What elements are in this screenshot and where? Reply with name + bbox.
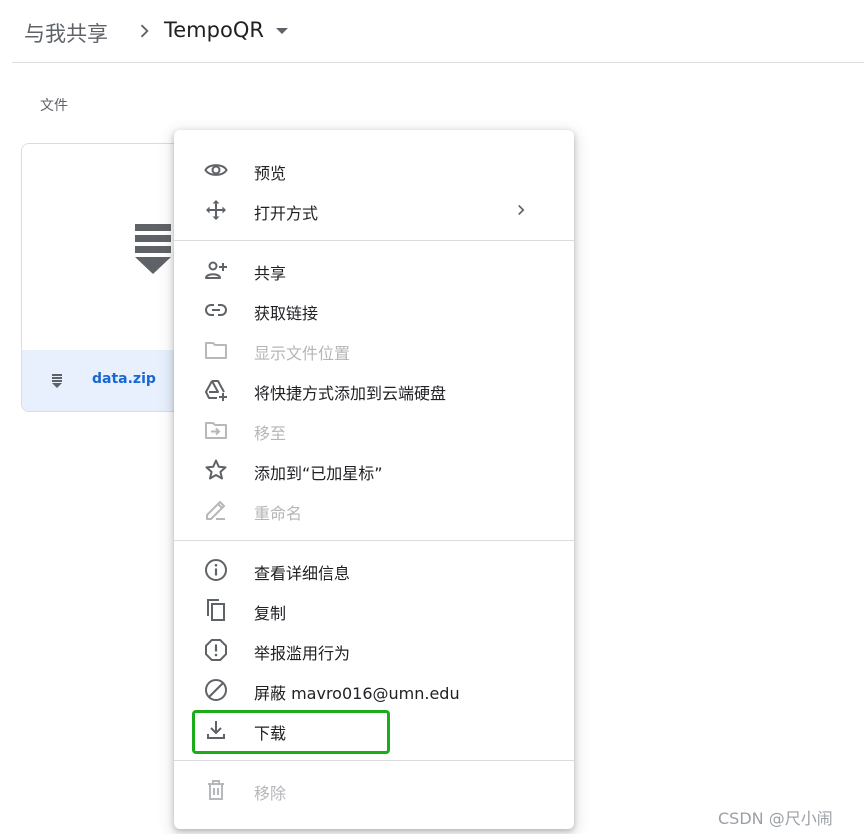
add-shortcut-drive-icon <box>205 380 227 401</box>
eye-icon <box>204 164 228 176</box>
section-label-files: 文件 <box>40 98 68 114</box>
menu-item-move-to: 移至 <box>174 410 574 450</box>
menu-item-label: 重命名 <box>254 504 303 523</box>
menu-item-label: 复制 <box>254 604 287 623</box>
menu-item-label: 将快捷方式添加到云端硬盘 <box>254 384 447 403</box>
menu-item-label: 查看详细信息 <box>254 564 351 583</box>
menu-item-label: 显示文件位置 <box>254 344 351 363</box>
move-arrows-icon <box>206 200 226 220</box>
menu-item-label: 共享 <box>254 264 287 283</box>
menu-item-label: 移除 <box>254 784 287 803</box>
pencil-icon <box>206 501 225 520</box>
chevron-right-icon <box>518 204 525 216</box>
star-icon <box>205 459 227 480</box>
menu-divider <box>174 760 574 761</box>
breadcrumb-current-folder[interactable]: TempoQR <box>164 18 264 42</box>
file-name[interactable]: data.zip <box>92 371 156 387</box>
block-icon <box>205 679 227 701</box>
zip-file-small-icon <box>52 374 62 388</box>
menu-item-label: 移至 <box>254 424 287 443</box>
menu-item-report-abuse[interactable]: 举报滥用行为 <box>174 630 574 670</box>
caret-down-icon[interactable] <box>276 28 288 34</box>
menu-divider <box>174 540 574 541</box>
header-bar: 与我共享 TempoQR <box>12 0 864 63</box>
menu-item-label: 添加到“已加星标” <box>254 464 383 483</box>
breadcrumb-shared-with-me[interactable]: 与我共享 <box>24 18 108 48</box>
menu-item-label: 举报滥用行为 <box>254 644 351 663</box>
report-icon <box>205 639 227 661</box>
move-to-folder-icon <box>205 422 227 439</box>
menu-item-get-link[interactable]: 获取链接 <box>174 290 574 330</box>
menu-item-remove: 移除 <box>174 770 574 810</box>
menu-item-preview[interactable]: 预览 <box>174 150 574 190</box>
menu-divider <box>174 240 574 241</box>
menu-item-rename: 重命名 <box>174 490 574 530</box>
menu-item-block-user[interactable]: 屏蔽 mavro016@umn.edu <box>174 670 574 710</box>
add-person-icon <box>205 261 227 279</box>
download-highlight-box <box>192 710 390 754</box>
menu-item-share[interactable]: 共享 <box>174 250 574 290</box>
menu-item-add-shortcut[interactable]: 将快捷方式添加到云端硬盘 <box>174 370 574 410</box>
folder-icon <box>205 342 227 359</box>
menu-item-add-to-starred[interactable]: 添加到“已加星标” <box>174 450 574 490</box>
menu-item-label: 获取链接 <box>254 304 319 323</box>
copy-icon <box>207 599 225 621</box>
menu-item-open-with[interactable]: 打开方式 <box>174 190 574 230</box>
context-menu: 预览 打开方式 共享 获取链接 显示文件位置 将快捷方式添加到云端硬盘 移至 添… <box>174 130 574 829</box>
menu-item-copy[interactable]: 复制 <box>174 590 574 630</box>
link-icon <box>205 304 227 316</box>
menu-item-label: 打开方式 <box>254 204 319 223</box>
menu-item-view-details[interactable]: 查看详细信息 <box>174 550 574 590</box>
menu-item-label: 预览 <box>254 164 287 183</box>
trash-icon <box>208 780 224 800</box>
chevron-right-icon <box>140 24 149 38</box>
menu-item-label: 屏蔽 mavro016@umn.edu <box>254 684 460 703</box>
menu-item-show-file-location: 显示文件位置 <box>174 330 574 370</box>
info-icon <box>205 559 227 581</box>
zip-file-icon <box>135 224 171 274</box>
watermark: CSDN @尺小闹 <box>718 809 833 828</box>
